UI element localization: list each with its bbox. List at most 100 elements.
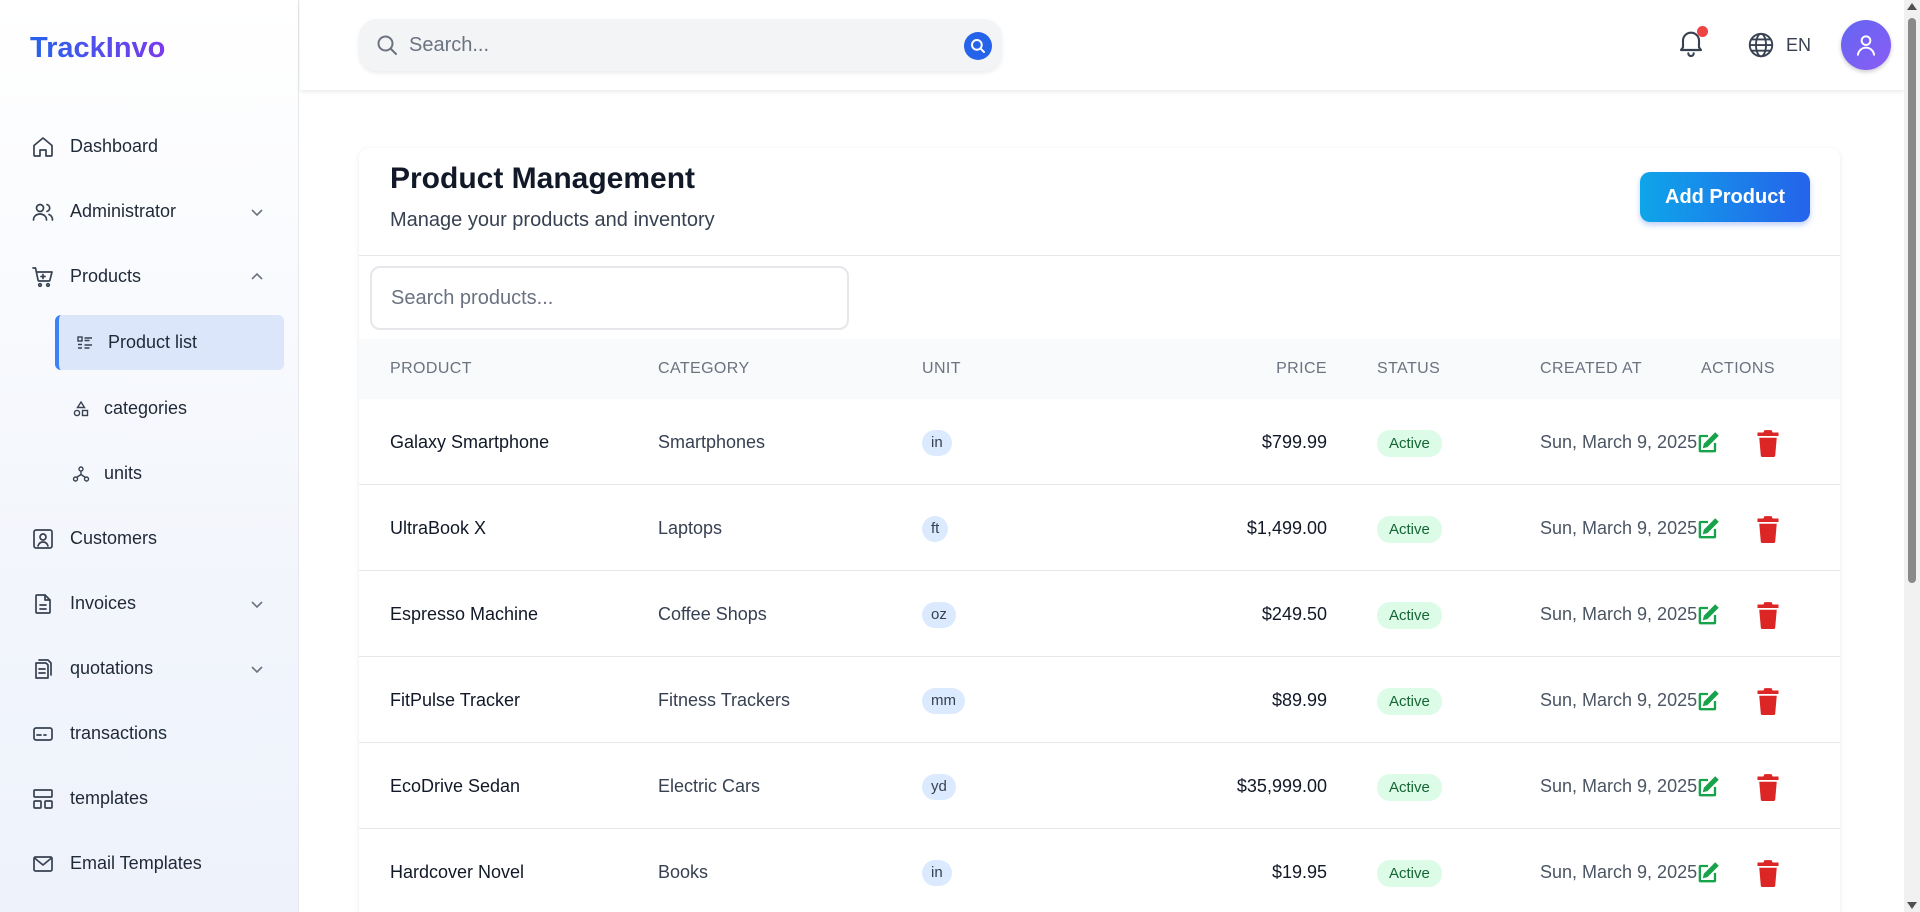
status-badge: Active <box>1377 602 1442 629</box>
column-header-category[interactable]: CATEGORY <box>658 360 750 378</box>
sidebar-item-label: Products <box>70 266 142 286</box>
product-name: UltraBook X <box>390 518 487 538</box>
edit-icon <box>1698 432 1719 453</box>
product-price: $89.99 <box>1271 690 1327 710</box>
sidebar-item-categories[interactable]: categories <box>0 376 299 441</box>
mail-icon <box>30 851 56 877</box>
sidebar-nav: Dashboard Administrator Products Product… <box>0 114 299 896</box>
product-name: Espresso Machine <box>390 604 539 624</box>
product-price: $799.99 <box>1261 432 1327 452</box>
product-price: $1,499.00 <box>1246 518 1327 538</box>
add-product-button[interactable]: Add Product <box>1640 172 1810 222</box>
sidebar-item-customers[interactable]: Customers <box>0 506 299 571</box>
table-row: UltraBook X Laptops ft $1,499.00 Active … <box>359 485 1840 571</box>
edit-button[interactable] <box>1693 428 1723 458</box>
page-scrollbar[interactable] <box>1904 0 1920 912</box>
created-date: Sun, March 9, 2025 <box>1540 432 1698 452</box>
network-icon <box>72 465 90 483</box>
globe-icon <box>1746 30 1776 60</box>
global-search-input[interactable] <box>409 29 929 61</box>
table-row: Galaxy Smartphone Smartphones in $799.99… <box>359 399 1840 485</box>
column-header-unit[interactable]: UNIT <box>922 360 961 378</box>
sidebar-item-transactions[interactable]: transactions <box>0 701 299 766</box>
product-category: Smartphones <box>658 432 766 452</box>
search-submit-button[interactable] <box>964 32 992 60</box>
status-badge: Active <box>1377 516 1442 543</box>
delete-button[interactable] <box>1753 514 1783 544</box>
edit-button[interactable] <box>1693 600 1723 630</box>
sidebar-item-units[interactable]: units <box>0 441 299 506</box>
product-category: Laptops <box>658 518 723 538</box>
chevron-up-icon <box>249 269 265 285</box>
chevron-down-icon <box>249 661 265 677</box>
edit-button[interactable] <box>1693 514 1723 544</box>
sidebar-item-templates[interactable]: templates <box>0 766 299 831</box>
delete-button[interactable] <box>1753 772 1783 802</box>
layout-icon <box>30 786 56 812</box>
product-name: FitPulse Tracker <box>390 690 521 710</box>
edit-button[interactable] <box>1693 772 1723 802</box>
table-row: Espresso Machine Coffee Shops oz $249.50… <box>359 571 1840 657</box>
sidebar-item-label: Product list <box>108 332 198 352</box>
language-selector[interactable]: EN <box>1746 30 1811 60</box>
column-header-product[interactable]: PRODUCT <box>390 360 472 378</box>
delete-button[interactable] <box>1753 428 1783 458</box>
sidebar-item-products[interactable]: Products <box>0 244 299 309</box>
created-date: Sun, March 9, 2025 <box>1540 518 1698 538</box>
sidebar-item-email-templates[interactable]: Email Templates <box>0 831 299 896</box>
product-table-body: Galaxy Smartphone Smartphones in $799.99… <box>359 399 1840 912</box>
divider <box>359 255 1840 256</box>
product-category: Fitness Trackers <box>658 690 791 710</box>
brand-logo[interactable]: TrackInvo <box>30 32 165 65</box>
scroll-down-arrow[interactable] <box>1907 902 1917 909</box>
edit-icon <box>1698 690 1719 711</box>
list-icon <box>76 334 94 352</box>
edit-icon <box>1698 776 1719 797</box>
cart-icon <box>30 264 56 290</box>
sidebar-item-label: categories <box>104 398 188 418</box>
notification-dot <box>1697 26 1708 37</box>
sidebar-item-administrator[interactable]: Administrator <box>0 179 299 244</box>
table-row: FitPulse Tracker Fitness Trackers mm $89… <box>359 657 1840 743</box>
product-name: EcoDrive Sedan <box>390 776 521 796</box>
sidebar-item-dashboard[interactable]: Dashboard <box>0 114 299 179</box>
unit-badge: oz <box>922 602 956 628</box>
scrollbar-thumb[interactable] <box>1908 18 1916 583</box>
column-header-status[interactable]: STATUS <box>1377 360 1440 378</box>
delete-button[interactable] <box>1753 600 1783 630</box>
edit-button[interactable] <box>1693 686 1723 716</box>
product-search-input[interactable] <box>370 266 849 330</box>
sidebar-item-invoices[interactable]: Invoices <box>0 571 299 636</box>
credit-card-icon <box>30 721 56 747</box>
users-icon <box>30 199 56 225</box>
trash-icon <box>1757 430 1779 457</box>
contact-card-icon <box>30 526 56 552</box>
product-price: $249.50 <box>1261 604 1327 624</box>
product-name: Hardcover Novel <box>390 862 525 882</box>
trash-icon <box>1757 688 1779 715</box>
unit-badge: in <box>922 860 952 886</box>
status-badge: Active <box>1377 430 1442 457</box>
created-date: Sun, March 9, 2025 <box>1540 776 1698 796</box>
product-price: $19.95 <box>1271 862 1327 882</box>
edit-button[interactable] <box>1693 858 1723 888</box>
sidebar-item-label: Invoices <box>70 593 137 613</box>
product-management-card: Product Management Manage your products … <box>359 148 1840 912</box>
table-row: Hardcover Novel Books in $19.95 Active S… <box>359 829 1840 912</box>
sidebar-item-label: Email Templates <box>70 853 202 873</box>
product-category: Electric Cars <box>658 776 761 796</box>
edit-icon <box>1698 518 1719 539</box>
page-subtitle: Manage your products and inventory <box>390 209 715 231</box>
chevron-down-icon <box>249 596 265 612</box>
delete-button[interactable] <box>1753 686 1783 716</box>
delete-button[interactable] <box>1753 858 1783 888</box>
column-header-price[interactable]: PRICE <box>1127 360 1327 378</box>
sidebar: TrackInvo Dashboard Administrator Produc… <box>0 0 299 912</box>
avatar[interactable] <box>1841 20 1891 70</box>
notification-button[interactable] <box>1675 26 1711 62</box>
scroll-up-arrow[interactable] <box>1907 3 1917 10</box>
sidebar-item-product-list[interactable]: Product list <box>55 315 284 370</box>
sidebar-item-label: Administrator <box>70 201 177 221</box>
sidebar-item-quotations[interactable]: quotations <box>0 636 299 701</box>
column-header-created-at[interactable]: CREATED AT <box>1540 360 1642 378</box>
